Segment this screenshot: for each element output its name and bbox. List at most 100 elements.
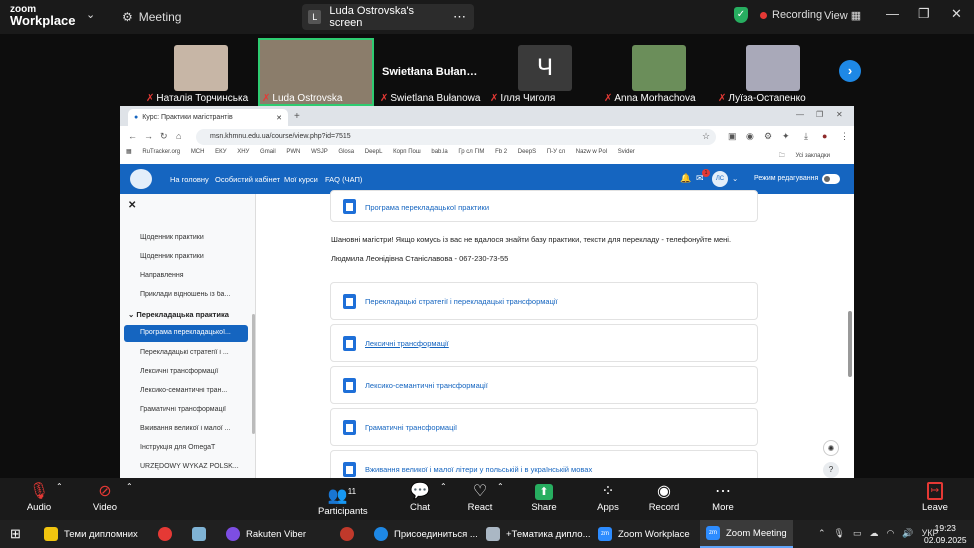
all-bookmarks[interactable]: 🗀 Усі закладки (779, 151, 839, 161)
restore-icon[interactable]: ❐ (918, 6, 930, 22)
resource-card[interactable]: Перекладацькі стратегії і перекладацькі … (330, 282, 758, 320)
close-sidebar-icon[interactable]: ✕ (128, 200, 136, 211)
bookmark[interactable]: П-У сл (547, 149, 565, 155)
bell-icon[interactable]: 🔔 (680, 173, 691, 184)
browser-tab[interactable]: ● Курс: Практики магістрантів ✕ (128, 109, 288, 126)
volume-icon[interactable]: 🔊 (902, 528, 913, 539)
nav-dashboard[interactable]: Особистий кабінет (215, 175, 280, 184)
chat-button[interactable]: 💬 Chat (406, 482, 434, 513)
shield-icon[interactable]: ✓ (734, 7, 748, 23)
bookmark[interactable]: Nazw w Pol (576, 149, 607, 155)
bookmark[interactable]: DeepS (518, 149, 536, 155)
bookmark[interactable]: ЕКУ (215, 149, 226, 155)
bookmark[interactable]: Glosa (338, 149, 354, 155)
apps-grid-icon[interactable]: ▦ (126, 149, 132, 155)
close-icon[interactable]: ✕ (836, 110, 843, 119)
restore-icon[interactable]: ❐ (816, 110, 823, 119)
recording-indicator[interactable]: Recording (760, 9, 822, 21)
close-icon[interactable]: ✕ (951, 6, 962, 22)
clock[interactable]: 19:23 02.09.2025 (924, 522, 967, 546)
chevron-up-icon[interactable]: ⌃ (497, 482, 504, 491)
audio-button[interactable]: 🎙 Audio (24, 482, 54, 513)
resource-link[interactable]: Вживання великої і малої літери у польсь… (365, 465, 592, 474)
close-tab-icon[interactable]: ✕ (276, 114, 282, 122)
bookmark[interactable]: bab.la (431, 149, 447, 155)
chevron-down-icon[interactable]: ⌄ (86, 8, 95, 21)
resource-card[interactable]: Програма перекладацької практики (330, 190, 758, 222)
url-input[interactable]: msn.khmnu.edu.ua/course/view.php?id=7515 (196, 129, 716, 145)
minimize-icon[interactable]: — (886, 6, 899, 21)
bookmark[interactable]: Гр сл ГІМ (458, 149, 484, 155)
sidebar-item[interactable]: Лексико-семантичні тран... (140, 387, 248, 394)
sidebar-item[interactable]: Приклади відношень із ба... (140, 291, 248, 298)
bookmark[interactable]: WSJP (311, 149, 328, 155)
taskbar-item[interactable]: Присоединиться ... (368, 520, 484, 548)
resource-link[interactable]: Лексичні трансформації (365, 339, 449, 348)
university-logo[interactable] (130, 169, 152, 189)
sidebar-item[interactable]: Вживання великої і малої ... (140, 425, 248, 432)
extension-icon[interactable]: ⚙ (764, 131, 772, 142)
bookmark-star-icon[interactable]: ☆ (702, 131, 710, 142)
participant-tile[interactable]: ✗ Луїза-Остапенко (716, 38, 830, 104)
shared-screen-pill[interactable]: L Luda Ostrovska's screen ⋯ (302, 4, 474, 30)
taskbar-item[interactable]: zm Zoom Workplace (592, 520, 696, 548)
forward-icon[interactable]: → (144, 131, 153, 141)
taskbar-item[interactable] (334, 520, 360, 548)
sidebar-section[interactable]: ⌄ Перекладацька практика (128, 310, 229, 319)
resource-link[interactable]: Програма перекладацької практики (365, 203, 489, 212)
react-button[interactable]: ♡ React (466, 482, 494, 513)
bookmark[interactable]: МСН (191, 149, 205, 155)
chevron-down-icon[interactable]: ⌄ (732, 174, 738, 183)
next-page-icon[interactable]: › (839, 60, 861, 82)
taskbar-item-active[interactable]: zm Zoom Meeting (700, 520, 793, 548)
edit-mode-toggle[interactable] (822, 174, 840, 184)
nav-home[interactable]: На головну (170, 175, 209, 184)
resource-card[interactable]: Граматичні трансформації (330, 408, 758, 446)
accessibility-icon[interactable]: ✺ (823, 440, 839, 456)
share-button[interactable]: ⬆ Share (530, 482, 558, 513)
bookmark[interactable]: PWN (286, 149, 300, 155)
chevron-up-icon[interactable]: ⌃ (440, 482, 447, 491)
sidebar-item[interactable]: Інструкція для OmegaT (140, 444, 248, 451)
resource-card[interactable]: Лексичні трансформації (330, 324, 758, 362)
participant-tile-active[interactable]: ✗ Luda Ostrovska (258, 38, 374, 106)
video-button[interactable]: ⊘ Video (90, 482, 120, 513)
participant-tile[interactable]: Ч ✗ Ілля Чиголя (488, 38, 602, 104)
apps-button[interactable]: ⁘ Apps (594, 482, 622, 513)
chevron-up-icon[interactable]: ⌃ (56, 482, 63, 491)
bookmark[interactable]: Fb 2 (495, 149, 507, 155)
record-button[interactable]: ◉ Record (648, 482, 680, 513)
extension-icon[interactable]: ▣ (728, 131, 737, 142)
sidebar-item[interactable]: URZĘDOWY WYKAZ POLSK... (140, 463, 248, 470)
taskbar-item[interactable]: Rakuten Viber (220, 520, 312, 548)
chevron-up-icon[interactable]: ⌃ (126, 482, 133, 491)
view-button[interactable]: View ▦ (824, 9, 861, 22)
bookmark[interactable]: ХНУ (237, 149, 249, 155)
battery-icon[interactable]: ▭ (853, 528, 862, 539)
resource-card[interactable]: Лексико-семантичні трансформації (330, 366, 758, 404)
bookmark[interactable]: DeepL (365, 149, 383, 155)
sidebar-scrollbar[interactable] (252, 314, 255, 434)
resource-link[interactable]: Лексико-семантичні трансформації (365, 381, 488, 390)
chevron-up-icon[interactable]: ⌃ (818, 528, 826, 539)
sidebar-item[interactable]: Направлення (140, 272, 248, 279)
wifi-icon[interactable]: ◠ (887, 528, 895, 539)
sidebar-item[interactable]: Щоденник практики (140, 234, 248, 241)
sidebar-item[interactable]: Лексичні трансформації (140, 368, 248, 375)
minimize-icon[interactable]: — (796, 110, 804, 119)
nav-faq[interactable]: FAQ (ЧАП) (325, 175, 362, 184)
participant-tile[interactable]: ✗ Наталія Торчинська (144, 38, 258, 104)
resource-card[interactable]: Вживання великої і малої літери у польсь… (330, 450, 758, 478)
bookmark[interactable]: RuTracker.org (142, 149, 180, 155)
participant-tile[interactable]: ✗ Anna Morhachova (602, 38, 716, 104)
bookmark[interactable]: Svider (618, 149, 635, 155)
resource-link[interactable]: Перекладацькі стратегії і перекладацькі … (365, 297, 558, 306)
participant-tile[interactable]: Swietłana Bułan… ✗ Swietlana Bułanowa (378, 38, 492, 104)
user-avatar[interactable]: ЛС (712, 171, 728, 187)
profile-icon[interactable]: ● (822, 131, 827, 141)
nav-my-courses[interactable]: Мої курси (284, 175, 318, 184)
taskbar-item[interactable] (152, 520, 178, 548)
mic-icon[interactable]: 🎙 (834, 528, 845, 539)
bookmark[interactable]: Корп Пош (393, 149, 421, 155)
taskbar-item[interactable]: Теми дипломних (38, 520, 144, 548)
